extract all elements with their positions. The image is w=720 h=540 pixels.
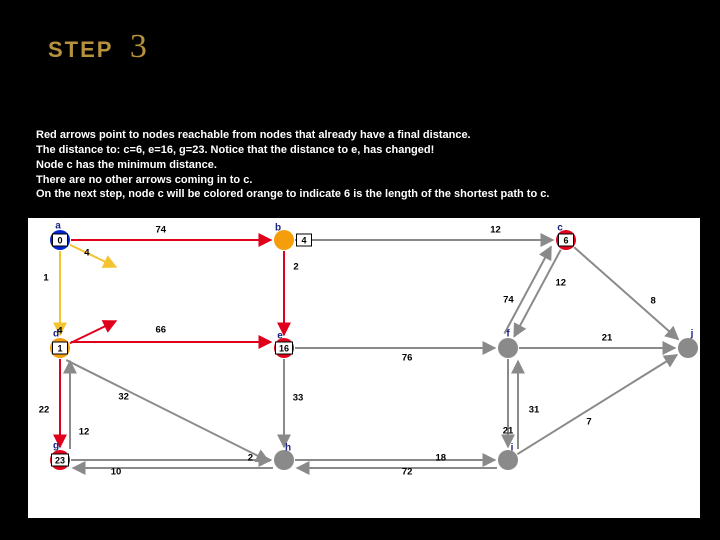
edge-weight-i-h: 18	[436, 453, 447, 464]
edge-weight-i-j: 7	[586, 416, 591, 427]
slide-header: STEP 3	[0, 0, 720, 100]
step-number: 3	[130, 28, 147, 66]
edge-weight-f-j: 21	[602, 333, 613, 344]
node-label-d: d	[53, 329, 59, 340]
edge-weight-b-c: 12	[490, 225, 501, 236]
edge-c-f	[514, 250, 561, 337]
edge-weight-f-c: 74	[503, 295, 514, 306]
desc-line: The distance to: c=6, e=16, g=23. Notice…	[36, 143, 696, 158]
node-label-f: f	[506, 329, 509, 340]
node-label-a: a	[55, 221, 61, 232]
node-label-h: h	[285, 443, 291, 454]
node-dist-c: 6	[558, 234, 574, 247]
description-block: Red arrows point to nodes reachable from…	[36, 128, 696, 202]
edge-weight-e-h: 33	[293, 393, 304, 404]
edge-d-b	[70, 321, 116, 343]
node-f	[498, 338, 518, 358]
edge-weight-g-h: 10	[111, 467, 122, 478]
node-dist-a: 0	[52, 234, 68, 247]
node-label-e: e	[277, 331, 283, 342]
edge-weight-a-e: 4	[84, 247, 89, 258]
node-label-j: j	[691, 329, 694, 340]
node-label-b: b	[275, 223, 281, 234]
edge-weight-h-g: 2	[248, 453, 253, 464]
edge-weight-a-b: 74	[156, 225, 167, 236]
edge-weight-f-i: 21	[503, 425, 514, 436]
desc-line: Red arrows point to nodes reachable from…	[36, 128, 696, 143]
step-label: STEP	[48, 37, 113, 63]
graph-canvas: a0b4c6d1e16fg23hij7414122128466223276337…	[28, 218, 700, 518]
edge-weight-c-f: 12	[556, 278, 567, 289]
edge-weight-g-d: 12	[79, 427, 90, 438]
edge-weight-d-g: 22	[39, 404, 50, 415]
edge-f-c	[504, 247, 551, 334]
edge-weight-d-e: 66	[156, 325, 167, 336]
edge-a-e	[70, 245, 116, 267]
graph-edges	[28, 218, 700, 518]
edge-d-h	[66, 360, 269, 461]
edge-weight-b-e: 2	[293, 262, 298, 273]
edge-weight-e-f: 76	[402, 353, 413, 364]
node-label-g: g	[53, 441, 59, 452]
node-dist-e: 16	[275, 342, 293, 355]
desc-line: Node c has the minimum distance.	[36, 158, 696, 173]
edge-i-j	[517, 355, 677, 454]
edge-weight-c-j: 8	[651, 295, 656, 306]
edge-weight-i-f: 31	[529, 404, 540, 415]
node-label-i: i	[511, 443, 514, 454]
node-dist-b: 4	[296, 234, 312, 247]
edge-weight-a-d: 1	[43, 272, 48, 283]
node-dist-d: 1	[52, 342, 68, 355]
node-dist-g: 23	[51, 454, 69, 467]
node-j	[678, 338, 698, 358]
desc-line: On the next step, node c will be colored…	[36, 187, 696, 202]
desc-line: There are no other arrows coming in to c…	[36, 173, 696, 188]
edge-weight-d-h: 32	[118, 391, 129, 402]
edge-c-j	[574, 247, 678, 339]
node-i	[498, 450, 518, 470]
node-label-c: c	[557, 223, 563, 234]
edge-weight-h-i: 72	[402, 467, 413, 478]
